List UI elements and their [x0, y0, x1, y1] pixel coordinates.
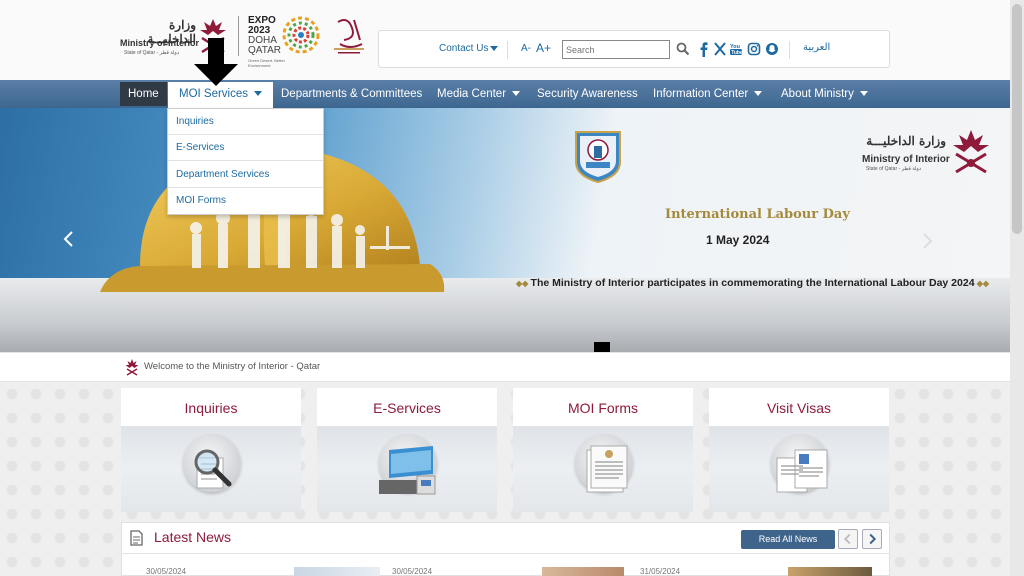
card-image	[121, 426, 301, 512]
latest-news-title: Latest News	[154, 529, 232, 545]
utility-separator	[789, 41, 790, 59]
service-card-e-services[interactable]: E-Services	[317, 388, 497, 512]
slider-prev-icon[interactable]	[62, 230, 74, 248]
facebook-icon[interactable]	[697, 41, 711, 57]
latest-news-panel: Latest News Read All News 30/05/2024 30/…	[121, 522, 890, 576]
hero-caption-text: The Ministry of Interior participates in…	[530, 277, 975, 289]
youtube-icon[interactable]: You Tube	[729, 41, 743, 57]
hero-moi-english: Ministry of Interior	[862, 154, 950, 165]
annotation-arrow-down-icon	[194, 38, 238, 86]
nav-home-label: Home	[128, 88, 159, 100]
news-date: 31/05/2024	[640, 567, 681, 576]
news-thumbnail[interactable]	[294, 567, 380, 576]
service-card-visit-visas[interactable]: Visit Visas	[709, 388, 889, 512]
service-card-inquiries[interactable]: Inquiries	[121, 388, 301, 512]
chevron-down-icon	[512, 91, 521, 97]
svg-text:Tube: Tube	[731, 50, 743, 56]
contact-us-label: Contact Us	[439, 43, 489, 54]
nav-security-awareness-label: Security Awareness	[537, 88, 638, 100]
page-scrollbar[interactable]	[1010, 0, 1024, 576]
forms-document-icon	[586, 445, 628, 493]
chevron-down-icon	[254, 91, 263, 97]
dropdown-item-e-services[interactable]: E-Services	[168, 135, 323, 161]
search-input[interactable]	[562, 40, 670, 59]
scrollbar-thumb[interactable]	[1012, 4, 1022, 234]
contact-us-link[interactable]: Contact Us	[439, 43, 499, 54]
chevron-right-icon[interactable]	[862, 529, 882, 549]
expo-flower-icon	[282, 16, 320, 54]
qatar-emblem-icon	[953, 130, 989, 174]
moi-logo-sub: State of Qatar - دولة قطر	[124, 50, 180, 56]
nav-about-ministry-label: About Ministry	[781, 88, 854, 100]
slider-next-icon[interactable]	[922, 232, 934, 250]
hero-moi-sub: State of Qatar - دولة قطر	[866, 166, 922, 172]
chevron-down-icon	[859, 91, 868, 97]
nav-about-ministry[interactable]: About Ministry	[781, 80, 868, 108]
welcome-bar: Welcome to the Ministry of Interior - Qa…	[0, 352, 1024, 382]
news-items-strip: 30/05/2024 30/05/2024 31/05/2024	[122, 567, 889, 576]
hero-moi-logo: وزارة الداخليـــة Ministry of Interior S…	[862, 128, 1002, 176]
nav-departments-label: Departments & Committees	[281, 88, 423, 100]
nav-information-center[interactable]: Information Center	[653, 80, 763, 108]
news-date: 30/05/2024	[392, 567, 433, 576]
labour-day-badge-icon	[575, 131, 621, 184]
news-divider	[122, 553, 889, 554]
site-header: وزارة الداخليـــة Ministry of Interior S…	[0, 0, 1024, 80]
chevron-left-icon[interactable]	[838, 529, 858, 549]
nav-media-center[interactable]: Media Center	[437, 80, 521, 108]
hero-date: 1 May 2024	[706, 233, 770, 247]
nav-home[interactable]: Home	[120, 82, 167, 106]
moi-logo-english: Ministry of Interior	[120, 38, 200, 48]
utility-bar: Contact Us A- A+ You Tube العرب	[378, 30, 890, 68]
x-icon[interactable]	[713, 41, 727, 57]
card-title: Visit Visas	[766, 400, 832, 416]
search-icon[interactable]	[676, 42, 690, 56]
expo-sub: Green Desert, Better Environment	[248, 58, 285, 68]
header-logos: وزارة الداخليـــة Ministry of Interior S…	[120, 14, 370, 68]
instagram-icon[interactable]	[747, 41, 761, 57]
card-image	[709, 426, 889, 512]
magnifier-document-icon	[194, 449, 232, 489]
nav-media-center-label: Media Center	[437, 88, 507, 100]
card-image	[513, 426, 693, 512]
diamond-icon: ◆◆	[516, 279, 531, 288]
font-decrease-button[interactable]: A-	[521, 43, 531, 54]
service-card-moi-forms[interactable]: MOI Forms	[513, 388, 693, 512]
nav-security-awareness[interactable]: Security Awareness	[537, 80, 638, 108]
hero-caption[interactable]: ◆◆ The Ministry of Interior participates…	[516, 277, 989, 289]
computer-services-icon	[379, 446, 436, 495]
nav-departments-committees[interactable]: Departments & Committees	[281, 80, 422, 108]
qatar-emblem-icon	[125, 359, 139, 376]
main-navigation: Home MOI Services Departments & Committe…	[0, 80, 1024, 108]
read-all-news-button[interactable]: Read All News	[741, 530, 835, 549]
news-thumbnail[interactable]	[788, 567, 872, 576]
diamond-icon: ◆◆	[974, 279, 990, 288]
card-title: E-Services	[373, 400, 441, 416]
moi-services-dropdown: Inquiries E-Services Department Services…	[167, 108, 324, 215]
utility-separator	[507, 41, 508, 59]
dropdown-item-department-services[interactable]: Department Services	[168, 162, 323, 188]
visa-documents-icon	[776, 449, 828, 493]
chevron-down-icon	[490, 45, 499, 51]
card-image	[317, 426, 497, 512]
nav-information-center-label: Information Center	[653, 88, 749, 100]
hero-moi-arabic: وزارة الداخليـــة	[866, 134, 946, 148]
welcome-text: Welcome to the Ministry of Interior - Qa…	[144, 361, 321, 372]
document-icon	[130, 530, 143, 546]
card-title: MOI Forms	[568, 400, 638, 416]
national-day-calligraphy-icon	[334, 19, 364, 54]
font-increase-button[interactable]: A+	[536, 41, 551, 55]
dropdown-item-inquiries[interactable]: Inquiries	[168, 109, 323, 135]
news-date: 30/05/2024	[146, 567, 187, 576]
card-title: Inquiries	[184, 400, 238, 416]
arabic-language-link[interactable]: العربية	[803, 42, 830, 53]
hero-title: International Labour Day	[665, 207, 850, 222]
snapchat-icon[interactable]	[765, 41, 779, 57]
news-thumbnail[interactable]	[542, 567, 624, 576]
hero-slider: وزارة الداخليـــة Ministry of Interior S…	[0, 108, 1024, 352]
dropdown-item-moi-forms[interactable]: MOI Forms	[168, 188, 323, 214]
chevron-down-icon	[754, 91, 763, 97]
